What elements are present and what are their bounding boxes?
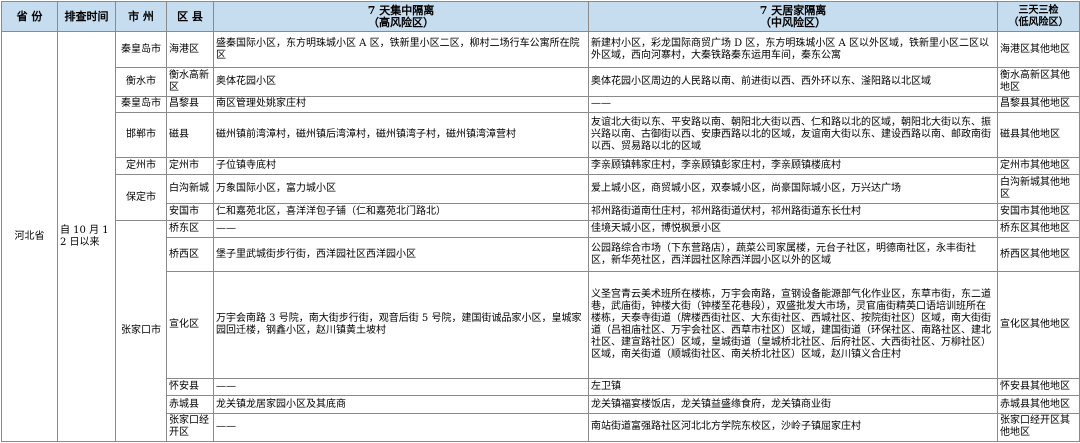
table-row: 定州市 定州市 子位镇寺底村 李亲顾镇韩家庄村，李亲顾镇彭家庄村，李亲顾镇楼底村… [2, 157, 1080, 176]
mid-risk-cell: 龙关镇福宴楼饭店，龙关镇益盛缘食府，龙关镇商业街 [588, 395, 998, 414]
mid-risk-cell: —— [588, 95, 998, 113]
county-header: 区 县 [166, 1, 214, 32]
county-cell: 桥东区 [166, 219, 214, 238]
county-cell: 磁县 [166, 111, 214, 159]
low-risk-cell: 宣化区其他地区 [997, 271, 1080, 380]
high-risk-header: 7 天集中隔离 （高风险区） [213, 1, 589, 32]
mid-risk-cell: 左卫镇 [588, 378, 998, 397]
date-cell: 自 10 月 12 日以来 [57, 31, 116, 442]
mid-risk-cell: 李亲顾镇韩家庄村，李亲顾镇彭家庄村，李亲顾镇楼底村 [588, 157, 998, 176]
county-cell: 安国市 [166, 202, 214, 221]
table-row: 河北省 自 10 月 12 日以来 秦皇岛市 海港区 盛秦国际小区，东方明珠城小… [1, 30, 1080, 442]
risk-area-table: 省 份 排查时间 市 州 区 县 7 天集中隔离 （高风险区） 7 天居家隔离 … [1, 1, 1080, 443]
table-row: 衡水市 衡水高新区 奥体花园小区 奥体花园小区周边的人民路以南、前进街以西、西外… [2, 67, 1080, 97]
high-risk-cell: 南区管理处姚家庄村 [213, 95, 589, 113]
low-risk-cell: 昌黎县其他地区 [997, 95, 1080, 113]
header-row: 省 份 排查时间 市 州 区 县 7 天集中隔离 （高风险区） 7 天居家隔离 … [1, 1, 1080, 32]
low-risk-subtitle: （低风险区） [1008, 16, 1069, 28]
low-risk-cell: 桥西区其他地区 [997, 236, 1080, 273]
high-risk-cell: 盛秦国际小区，东方明珠城小区 A 区，铁新里小区二区，柳村二场行车公寓所在院区 [213, 30, 589, 69]
high-risk-cell: 奥体花园小区 [213, 67, 589, 97]
low-risk-cell: 衡水高新区其他地区 [997, 67, 1080, 97]
low-risk-cell: 海港区其他地区 [997, 30, 1080, 69]
high-risk-cell: 仁和嘉苑北区，喜洋洋包子铺（仁和嘉苑北门路北） [213, 202, 589, 221]
city-cell: 定州市 [115, 157, 167, 176]
county-cell: 衡水高新区 [166, 67, 214, 97]
low-risk-header: 三天三检 （低风险区） [997, 1, 1080, 32]
high-risk-cell: 万象国际小区，富力城小区 [213, 174, 589, 204]
low-risk-title: 三天三检 [1018, 4, 1059, 16]
mid-risk-header: 7 天居家隔离 （中风险区） [588, 1, 998, 32]
high-risk-title: 7 天集中隔离 [367, 3, 435, 17]
high-risk-cell: 龙关镇龙居家园小区及其底商 [213, 395, 589, 414]
table-row: 邯郸市 磁县 磁州镇前湾漳村，磁州镇后湾漳村，磁州镇湾子村，磁州镇湾漳营村 友谊… [2, 111, 1080, 159]
city-cell: 张家口市 [115, 219, 167, 443]
county-cell: 宣化区 [166, 271, 214, 380]
mid-risk-title: 7 天居家隔离 [759, 3, 827, 17]
mid-risk-cell: 爱上城小区，商贸城小区，双泰城小区，尚豪国际城小区，万兴达广场 [588, 174, 998, 204]
high-risk-cell: 堡子里武城街步行街，西洋园社区西洋园小区 [213, 236, 589, 273]
county-cell: 赤城县 [166, 395, 214, 414]
date-header: 排查时间 [57, 1, 116, 32]
mid-risk-cell: 公园路综合市场（下东营路店），蔬菜公司家属楼，元台子社区，明德南社区，永丰街社区… [588, 236, 998, 273]
city-cell: 保定市 [115, 174, 167, 221]
high-risk-cell: —— [213, 219, 589, 238]
city-cell: 秦皇岛市 [115, 30, 167, 69]
low-risk-cell: 张家口经开区其他地区 [997, 412, 1080, 443]
low-risk-cell: 怀安县其他地区 [997, 378, 1080, 397]
county-cell: 怀安县 [166, 378, 214, 397]
low-risk-cell: 桥东区其他地区 [997, 219, 1080, 238]
low-risk-cell: 白沟新城其他地区 [997, 174, 1080, 204]
high-risk-cell: 万宇会南路 3 号院，南大街步行街，观音后街 5 号院，建国街诚品家小区，皇城家… [213, 271, 589, 380]
table-row: 秦皇岛市 昌黎县 南区管理处姚家庄村 —— 昌黎县其他地区 [2, 95, 1080, 113]
low-risk-cell: 定州市其他地区 [997, 157, 1080, 176]
province-cell: 河北省 [1, 31, 58, 442]
mid-risk-cell: 友谊北大街以东、平安路以南、朝阳北大街以西、仁和路以北的区域，朝阳北大街以东、振… [588, 111, 998, 159]
mid-risk-cell: 义圣宫青云美术班所在楼栋，万宇会南路，宣钢设备能源部气化作业区，东草市街，东二道… [588, 271, 998, 380]
high-risk-cell: —— [213, 412, 589, 443]
high-risk-subtitle: （高风险区） [368, 15, 434, 29]
county-cell: 白沟新城 [166, 174, 214, 204]
low-risk-cell: 磁县其他地区 [997, 111, 1080, 159]
county-cell: 桥西区 [166, 236, 214, 273]
mid-risk-cell: 佳境天城小区，博悦枫景小区 [588, 219, 998, 238]
city-cell: 邯郸市 [115, 111, 167, 159]
province-header: 省 份 [1, 1, 58, 32]
table-row: 保定市 白沟新城 万象国际小区，富力城小区 爱上城小区，商贸城小区，双泰城小区，… [2, 174, 1080, 221]
city-cell: 衡水市 [115, 67, 167, 97]
mid-risk-cell: 新建村小区，彩龙国际商贸广场 D 区，东方明珠城小区 A 区以外区域，铁新里小区… [588, 30, 998, 69]
mid-risk-cell: 祁州路街道南仕庄村，祁州路街道伏村，祁州路街道东长仕村 [588, 202, 998, 221]
county-cell: 定州市 [166, 157, 214, 176]
low-risk-cell: 安国市其他地区 [997, 202, 1080, 221]
mid-risk-cell: 奥体花园小区周边的人民路以南、前进街以西、西外环以东、滏阳路以北区域 [588, 67, 998, 97]
county-cell: 张家口经开区 [166, 412, 214, 443]
county-cell: 昌黎县 [166, 95, 214, 113]
county-cell: 海港区 [166, 30, 214, 69]
city-header: 市 州 [115, 1, 167, 32]
high-risk-cell: 子位镇寺底村 [213, 157, 589, 176]
low-risk-cell: 赤城县其他地区 [997, 395, 1080, 414]
high-risk-cell: 磁州镇前湾漳村，磁州镇后湾漳村，磁州镇湾子村，磁州镇湾漳营村 [213, 111, 589, 159]
mid-risk-subtitle: （中风险区） [760, 15, 826, 29]
table-row: 张家口市 桥东区 —— 佳境天城小区，博悦枫景小区 桥东区其他地区 [2, 219, 1080, 443]
city-cell: 秦皇岛市 [115, 95, 167, 113]
mid-risk-cell: 南站街道富强路社区河北北方学院东校区，沙岭子镇屈家庄村 [588, 412, 998, 443]
high-risk-cell: —— [213, 378, 589, 397]
